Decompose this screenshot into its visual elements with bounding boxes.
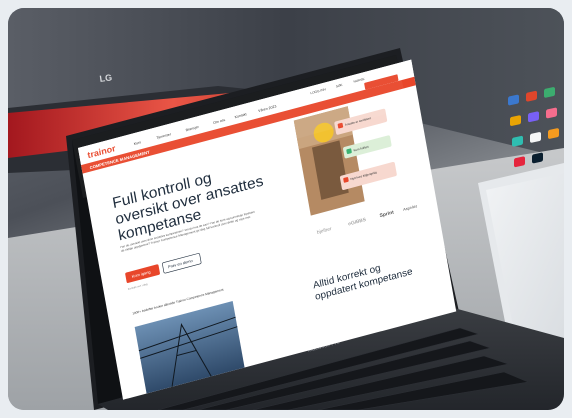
monitor-brand: LG xyxy=(99,72,113,84)
scene: LG MacBook Pro trainor Kurs Tjenester Br… xyxy=(8,8,564,410)
laptop-photo: LG MacBook Pro trainor Kurs Tjenester Br… xyxy=(8,8,564,410)
